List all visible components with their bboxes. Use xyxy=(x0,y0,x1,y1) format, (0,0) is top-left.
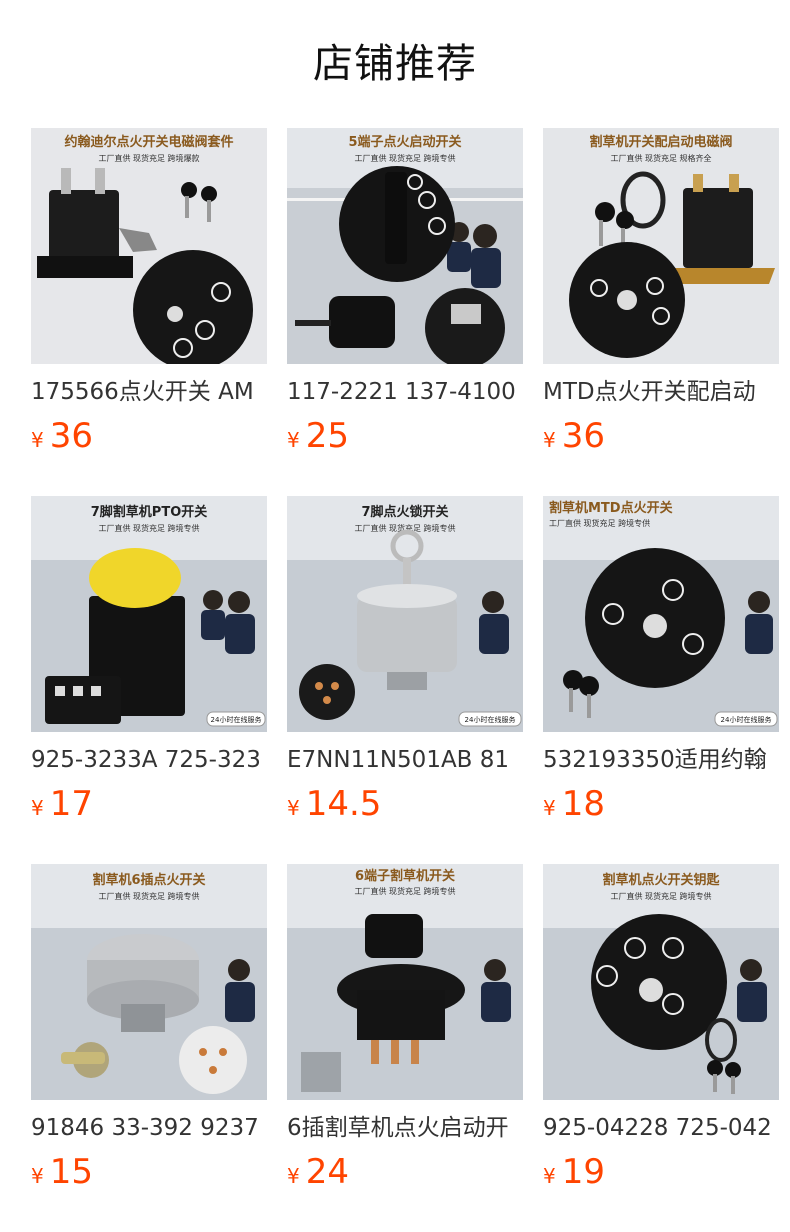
banner-subtitle: 工厂直供 现货充足 跨境专供 xyxy=(98,523,199,533)
product-image[interactable]: 6端子割草机开关 工厂直供 现货充足 跨境专供 xyxy=(287,864,523,1100)
banner-title: 约翰迪尔点火开关电磁阀套件 xyxy=(64,134,233,150)
product-title[interactable]: 91846 33-392 9237 xyxy=(31,1112,267,1144)
product-title[interactable]: 117-2221 137-4100 xyxy=(287,376,523,408)
banner-title: 5端子点火启动开关 xyxy=(348,134,461,150)
price-amount: 36 xyxy=(561,416,605,456)
product-card[interactable]: 割草机点火开关钥匙 工厂直供 现货充足 跨境专供 925-04228 725-0… xyxy=(543,864,779,1204)
price-amount: 36 xyxy=(49,416,93,456)
banner-subtitle: 工厂直供 现货充足 跨境专供 xyxy=(549,518,650,528)
product-price: ¥ 36 xyxy=(31,416,93,458)
product-image[interactable]: 割草机开关配启动电磁阀 工厂直供 现货充足 规格齐全 xyxy=(543,128,779,364)
service-badge: 24小时在线服务 xyxy=(465,715,516,724)
product-card[interactable]: 割草机开关配启动电磁阀 工厂直供 现货充足 规格齐全 MTD点火开关配启动 ¥ … xyxy=(543,128,779,468)
product-card[interactable]: 割草机MTD点火开关 工厂直供 现货充足 跨境专供 24小时在线服务 53219… xyxy=(543,496,779,836)
currency-symbol: ¥ xyxy=(287,796,300,820)
product-title[interactable]: 175566点火开关 AM xyxy=(31,376,267,408)
price-amount: 17 xyxy=(49,784,93,824)
banner-subtitle: 工厂直供 现货充足 跨境专供 xyxy=(610,891,711,901)
currency-symbol: ¥ xyxy=(287,428,300,452)
product-title[interactable]: 532193350适用约翰 xyxy=(543,744,779,776)
banner-title: 割草机点火开关钥匙 xyxy=(602,872,720,888)
product-image[interactable]: 7脚点火锁开关 工厂直供 现货充足 跨境专供 24小时在线服务 xyxy=(287,496,523,732)
banner-title: 割草机MTD点火开关 xyxy=(549,500,673,516)
product-title[interactable]: E7NN11N501AB 81 xyxy=(287,744,523,776)
product-image[interactable]: 约翰迪尔点火开关电磁阀套件 工厂直供 现货充足 跨境爆款 xyxy=(31,128,267,364)
product-price: ¥ 15 xyxy=(31,1152,93,1194)
product-title[interactable]: 6插割草机点火启动开 xyxy=(287,1112,523,1144)
product-image[interactable]: 割草机6插点火开关 工厂直供 现货充足 跨境专供 xyxy=(31,864,267,1100)
section-title: 店铺推荐 xyxy=(313,41,477,87)
product-price: ¥ 36 xyxy=(543,416,605,458)
product-price: ¥ 25 xyxy=(287,416,349,458)
banner-title: 7脚割草机PTO开关 xyxy=(91,504,208,520)
product-card[interactable]: 约翰迪尔点火开关电磁阀套件 工厂直供 现货充足 跨境爆款 175566点火开关 … xyxy=(31,128,267,468)
product-image[interactable]: 5端子点火启动开关 工厂直供 现货充足 跨境专供 xyxy=(287,128,523,364)
currency-symbol: ¥ xyxy=(31,1164,44,1188)
banner-subtitle: 工厂直供 现货充足 跨境专供 xyxy=(98,891,199,901)
service-badge: 24小时在线服务 xyxy=(211,715,262,724)
recommendation-grid: 约翰迪尔点火开关电磁阀套件 工厂直供 现货充足 跨境爆款 175566点火开关 … xyxy=(31,128,779,1228)
section-header: 店铺推荐 xyxy=(0,0,790,128)
product-title[interactable]: 925-3233A 725-323 xyxy=(31,744,267,776)
product-price: ¥ 14.5 xyxy=(287,784,381,826)
product-image[interactable]: 7脚割草机PTO开关 工厂直供 现货充足 跨境专供 24小时在线服务 xyxy=(31,496,267,732)
price-amount: 25 xyxy=(305,416,349,456)
price-amount: 24 xyxy=(305,1152,349,1192)
currency-symbol: ¥ xyxy=(543,796,556,820)
product-card[interactable]: 7脚点火锁开关 工厂直供 现货充足 跨境专供 24小时在线服务 E7NN11N5… xyxy=(287,496,523,836)
banner-title: 7脚点火锁开关 xyxy=(361,504,448,520)
product-price: ¥ 24 xyxy=(287,1152,349,1194)
product-title[interactable]: 925-04228 725-042 xyxy=(543,1112,779,1144)
banner-subtitle: 工厂直供 现货充足 跨境专供 xyxy=(354,153,455,163)
price-amount: 15 xyxy=(49,1152,93,1192)
product-image[interactable]: 割草机点火开关钥匙 工厂直供 现货充足 跨境专供 xyxy=(543,864,779,1100)
currency-symbol: ¥ xyxy=(31,428,44,452)
currency-symbol: ¥ xyxy=(543,1164,556,1188)
banner-title: 割草机6插点火开关 xyxy=(92,872,205,888)
currency-symbol: ¥ xyxy=(543,428,556,452)
banner-subtitle: 工厂直供 现货充足 跨境爆款 xyxy=(98,153,199,163)
service-badge: 24小时在线服务 xyxy=(721,715,772,724)
product-card[interactable]: 割草机6插点火开关 工厂直供 现货充足 跨境专供 91846 33-392 92… xyxy=(31,864,267,1204)
banner-subtitle: 工厂直供 现货充足 跨境专供 xyxy=(354,886,455,896)
product-image[interactable]: 割草机MTD点火开关 工厂直供 现货充足 跨境专供 24小时在线服务 xyxy=(543,496,779,732)
banner-subtitle: 工厂直供 现货充足 规格齐全 xyxy=(610,153,711,163)
product-price: ¥ 18 xyxy=(543,784,605,826)
product-card[interactable]: 7脚割草机PTO开关 工厂直供 现货充足 跨境专供 24小时在线服务 925-3… xyxy=(31,496,267,836)
product-card[interactable]: 6端子割草机开关 工厂直供 现货充足 跨境专供 6插割草机点火启动开 ¥ 24 xyxy=(287,864,523,1204)
price-amount: 14.5 xyxy=(305,784,382,824)
currency-symbol: ¥ xyxy=(31,796,44,820)
banner-title: 6端子割草机开关 xyxy=(355,868,455,884)
price-amount: 18 xyxy=(561,784,605,824)
product-price: ¥ 19 xyxy=(543,1152,605,1194)
product-title[interactable]: MTD点火开关配启动 xyxy=(543,376,779,408)
banner-title: 割草机开关配启动电磁阀 xyxy=(589,134,732,150)
currency-symbol: ¥ xyxy=(287,1164,300,1188)
product-price: ¥ 17 xyxy=(31,784,93,826)
price-amount: 19 xyxy=(561,1152,605,1192)
product-card[interactable]: 5端子点火启动开关 工厂直供 现货充足 跨境专供 117-2221 137-41… xyxy=(287,128,523,468)
